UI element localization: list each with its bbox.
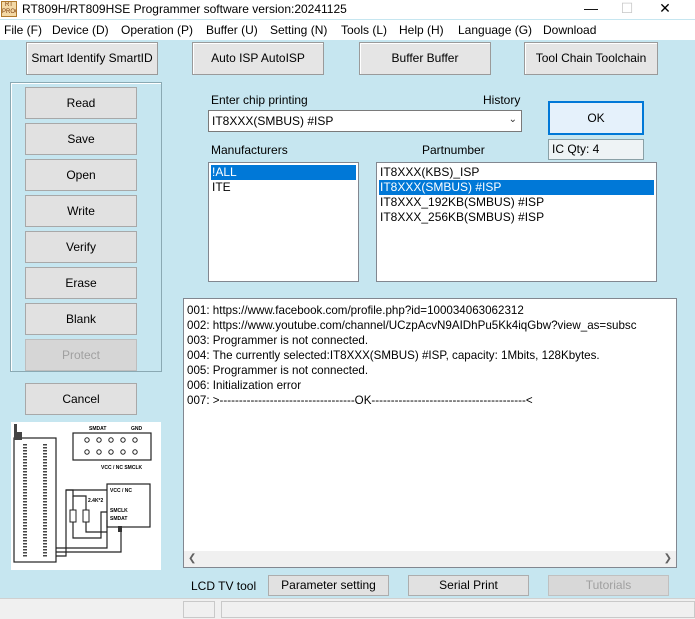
close-button[interactable]: ✕ bbox=[648, 0, 682, 19]
log-line: 002: https://www.youtube.com/channel/UCz… bbox=[187, 319, 637, 332]
parameter-setting-button[interactable]: Parameter setting bbox=[268, 575, 389, 596]
blank-button[interactable]: Blank bbox=[25, 303, 137, 335]
menu-operation[interactable]: Operation (P) bbox=[121, 23, 193, 37]
manufacturers-list[interactable]: !ALL ITE bbox=[208, 162, 359, 282]
chip-combobox[interactable]: IT8XXX(SMBUS) #ISP ⌄ bbox=[208, 110, 522, 132]
log-line: 007: >----------------------------------… bbox=[187, 394, 533, 407]
log-line: 004: The currently selected:IT8XXX(SMBUS… bbox=[187, 349, 600, 362]
menu-file[interactable]: File (F) bbox=[4, 23, 42, 37]
partnumber-list[interactable]: IT8XXX(KBS)_ISP IT8XXX(SMBUS) #ISP IT8XX… bbox=[376, 162, 657, 282]
ok-button[interactable]: OK bbox=[548, 101, 644, 135]
erase-button[interactable]: Erase bbox=[25, 267, 137, 299]
maximize-button[interactable]: ☐ bbox=[610, 0, 644, 19]
history-label[interactable]: History bbox=[483, 93, 520, 107]
list-item[interactable]: IT8XXX(SMBUS) #ISP bbox=[379, 180, 654, 195]
verify-button[interactable]: Verify bbox=[25, 231, 137, 263]
menu-device[interactable]: Device (D) bbox=[52, 23, 109, 37]
list-item[interactable]: IT8XXX_192KB(SMBUS) #ISP bbox=[379, 195, 544, 210]
status-cell bbox=[183, 601, 215, 618]
partnumber-label: Partnumber bbox=[422, 143, 485, 157]
resistor-label: 2.4K*2 bbox=[88, 498, 104, 504]
chip-combobox-value: IT8XXX(SMBUS) #ISP bbox=[212, 114, 334, 128]
title-bar: RT PROG RT809H/RT809HSE Programmer softw… bbox=[0, 0, 695, 19]
auto-isp-button[interactable]: Auto ISP AutoISP bbox=[192, 42, 324, 75]
open-button[interactable]: Open bbox=[25, 159, 137, 191]
list-item[interactable]: !ALL bbox=[211, 165, 356, 180]
list-item[interactable]: IT8XXX_256KB(SMBUS) #ISP bbox=[379, 210, 544, 225]
buffer-button[interactable]: Buffer Buffer bbox=[359, 42, 491, 75]
smdat2-label: SMDAT bbox=[110, 516, 127, 522]
scroll-left-icon[interactable]: ❮ bbox=[188, 553, 196, 564]
gnd-label: GND bbox=[131, 426, 143, 432]
smart-identify-button[interactable]: Smart Identify SmartID bbox=[26, 42, 158, 75]
list-item[interactable]: ITE bbox=[211, 180, 231, 195]
minimize-button[interactable]: — bbox=[574, 0, 608, 19]
protect-button[interactable]: Protect bbox=[25, 339, 137, 371]
smclk-label: SMCLK bbox=[110, 508, 128, 514]
menu-setting[interactable]: Setting (N) bbox=[270, 23, 327, 37]
status-cell bbox=[221, 601, 695, 618]
tutorials-button[interactable]: Tutorials bbox=[548, 575, 669, 596]
menu-tools[interactable]: Tools (L) bbox=[341, 23, 387, 37]
log-line: 005: Programmer is not connected. bbox=[187, 364, 369, 377]
menu-buffer[interactable]: Buffer (U) bbox=[206, 23, 258, 37]
save-button[interactable]: Save bbox=[25, 123, 137, 155]
tool-chain-button[interactable]: Tool Chain Toolchain bbox=[524, 42, 658, 75]
vcc-nc-label: VCC / NC bbox=[110, 488, 132, 494]
status-bar bbox=[0, 598, 695, 619]
app-icon: RT PROG bbox=[1, 1, 17, 17]
log-line: 001: https://www.facebook.com/profile.ph… bbox=[187, 304, 524, 317]
smdat-label: SMDAT bbox=[89, 426, 106, 432]
zif-socket-icon bbox=[13, 424, 57, 563]
log-line: 006: Initialization error bbox=[187, 379, 302, 392]
isp-wiring-diagram: SMDAT GND VCC / NC SMCLK VCC / NC SMCLK … bbox=[11, 422, 161, 570]
ic-qty-field: IC Qty: 4 bbox=[548, 139, 644, 160]
enter-chip-label: Enter chip printing bbox=[211, 93, 308, 107]
window-title: RT809H/RT809HSE Programmer software vers… bbox=[22, 2, 347, 16]
lcd-tv-tool-label: LCD TV tool bbox=[191, 579, 257, 593]
menu-language[interactable]: Language (G) bbox=[458, 23, 532, 37]
log-output[interactable]: 001: https://www.facebook.com/profile.ph… bbox=[183, 298, 677, 568]
menu-download[interactable]: Download bbox=[543, 23, 596, 37]
log-line: 003: Programmer is not connected. bbox=[187, 334, 369, 347]
read-button[interactable]: Read bbox=[25, 87, 137, 119]
horizontal-scrollbar[interactable]: ❮ ❯ bbox=[184, 551, 676, 567]
menu-help[interactable]: Help (H) bbox=[399, 23, 444, 37]
manufacturers-label: Manufacturers bbox=[211, 143, 288, 157]
chevron-down-icon[interactable]: ⌄ bbox=[509, 114, 517, 125]
scroll-right-icon[interactable]: ❯ bbox=[664, 553, 672, 564]
cancel-button[interactable]: Cancel bbox=[25, 383, 137, 415]
list-item[interactable]: IT8XXX(KBS)_ISP bbox=[379, 165, 479, 180]
menu-bar: File (F) Device (D) Operation (P) Buffer… bbox=[0, 20, 695, 40]
serial-print-button[interactable]: Serial Print bbox=[408, 575, 529, 596]
vcc-smclk-label: VCC / NC SMCLK bbox=[101, 465, 143, 471]
write-button[interactable]: Write bbox=[25, 195, 137, 227]
